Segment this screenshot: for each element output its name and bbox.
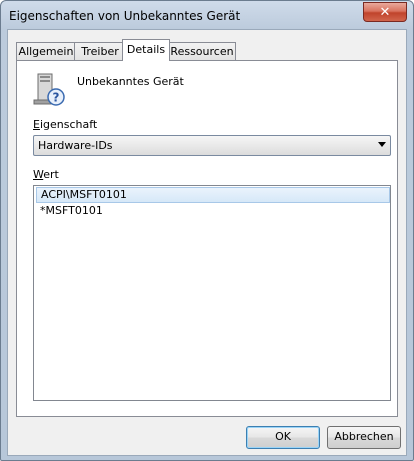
properties-dialog: Eigenschaften von Unbekanntes Gerät ✕ Al… <box>0 0 414 461</box>
chevron-down-icon <box>378 142 386 147</box>
value-label-rest: ert <box>43 168 59 181</box>
property-dropdown-value: Hardware-IDs <box>38 139 113 152</box>
list-item[interactable]: *MSFT0101 <box>36 203 388 219</box>
tab-label: Allgemein <box>18 45 74 58</box>
ok-button[interactable]: OK <box>246 426 320 449</box>
value-label-accesskey: W <box>33 168 44 181</box>
close-button[interactable]: ✕ <box>363 2 407 22</box>
tab-label: Treiber <box>81 45 119 58</box>
tab-ressourcen[interactable]: Ressourcen <box>168 42 236 60</box>
list-item[interactable]: ACPI\MSFT0101 <box>36 187 390 203</box>
tab-label: Details <box>126 43 166 56</box>
window-title: Eigenschaften von Unbekanntes Gerät <box>9 9 241 23</box>
tab-details[interactable]: Details <box>122 39 170 61</box>
details-panel: ? Unbekanntes Gerät Eigenschaft Hardware… <box>16 60 398 417</box>
dialog-client-area: Allgemein Treiber Details Ressourcen ? U… <box>7 29 407 456</box>
property-label: Eigenschaft <box>33 118 97 131</box>
value-list[interactable]: ACPI\MSFT0101 *MSFT0101 <box>33 185 391 401</box>
cancel-button[interactable]: Abbrechen <box>327 426 401 449</box>
tab-allgemein[interactable]: Allgemein <box>16 42 76 60</box>
unknown-device-icon: ? <box>33 73 65 106</box>
property-label-rest: igenschaft <box>39 118 98 131</box>
tab-label: Ressourcen <box>170 45 234 58</box>
tab-treiber[interactable]: Treiber <box>74 42 126 60</box>
close-icon: ✕ <box>379 4 391 20</box>
device-name: Unbekanntes Gerät <box>77 75 184 88</box>
svg-text:?: ? <box>53 91 60 105</box>
property-dropdown[interactable]: Hardware-IDs <box>33 135 391 156</box>
value-label: Wert <box>33 168 59 181</box>
property-label-accesskey: E <box>33 118 40 131</box>
title-bar[interactable]: Eigenschaften von Unbekanntes Gerät ✕ <box>1 1 413 29</box>
